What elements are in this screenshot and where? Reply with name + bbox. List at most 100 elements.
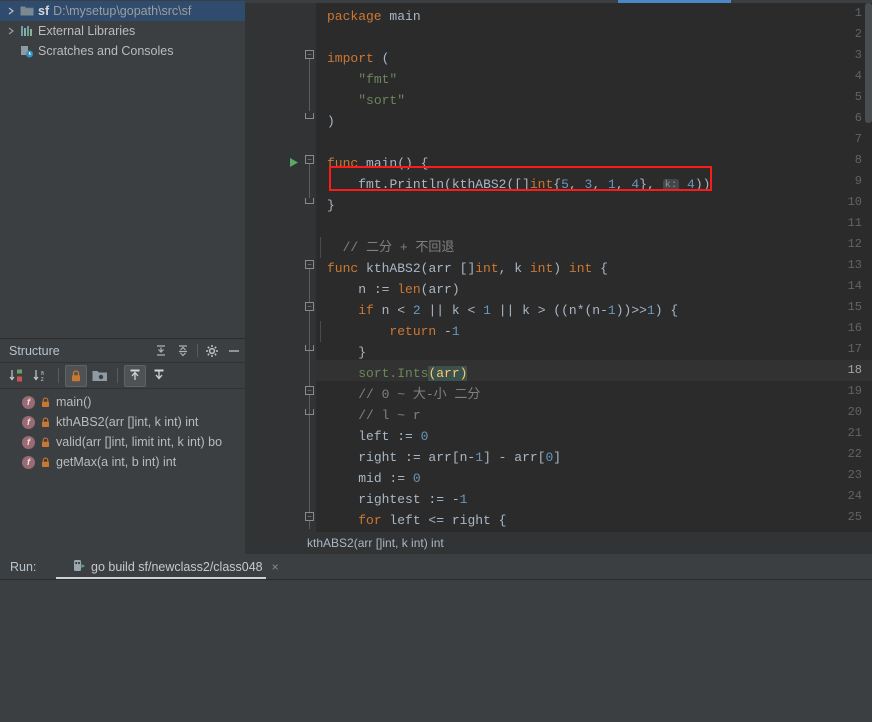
- code-line-18: sort.Ints(arr): [358, 366, 468, 381]
- structure-panel: Structure a z f main() f kthABS2(arr []i…: [0, 338, 245, 554]
- code-line-20: // l ~ r: [358, 408, 421, 423]
- editor-vertical-scrollbar[interactable]: [865, 3, 872, 123]
- code-line-10: }: [327, 198, 335, 213]
- expand-all-icon[interactable]: [150, 341, 172, 361]
- private-lock-icon: [39, 457, 51, 468]
- run-tab-go-build[interactable]: go build sf/newclass2/class048 ×: [68, 554, 283, 580]
- ide-window: sf D:\mysetup\gopath\src\sf External Libr…: [0, 0, 872, 722]
- structure-item-label: main(): [56, 395, 92, 409]
- sort-by-visibility-icon[interactable]: [6, 365, 28, 387]
- code-line-8: func main() {: [327, 156, 429, 171]
- code-line-12: // 二分 + 不回退: [342, 240, 455, 255]
- run-function-icon[interactable]: [289, 155, 299, 173]
- structure-header: Structure: [0, 339, 245, 363]
- fold-line: [309, 59, 310, 111]
- fold-line: [309, 164, 310, 198]
- hide-icon[interactable]: [223, 341, 245, 361]
- close-icon[interactable]: ×: [268, 560, 279, 574]
- parameter-hint: k:: [662, 179, 680, 191]
- breadcrumb-label: kthABS2(arr []int, k int) int: [307, 536, 444, 550]
- code-line-13: func kthABS2(arr []int, k int) int {: [327, 261, 608, 276]
- run-tab-title: go build sf/newclass2/class048: [91, 559, 263, 574]
- code-line-25: for left <= right {: [358, 513, 507, 528]
- toolbar-divider: [117, 368, 118, 383]
- chevron-right-icon[interactable]: [4, 7, 18, 15]
- fold-end-marker[interactable]: [305, 409, 314, 415]
- fold-end-marker[interactable]: [305, 113, 314, 119]
- project-tree-item-external-libraries[interactable]: External Libraries: [0, 21, 245, 41]
- private-lock-icon: [39, 397, 51, 408]
- structure-item-getmax[interactable]: f getMax(a int, b int) int: [0, 452, 245, 472]
- structure-toolbar: a z: [0, 363, 245, 389]
- structure-item-valid[interactable]: f valid(arr []int, limit int, k int) bo: [0, 432, 245, 452]
- fold-marker-main[interactable]: −: [305, 155, 314, 164]
- svg-text:z: z: [41, 376, 45, 383]
- fold-marker-for[interactable]: −: [305, 512, 314, 521]
- editor-gutter[interactable]: [245, 3, 302, 532]
- code-text[interactable]: package main import ( "fmt" "sort" ) fun…: [316, 3, 872, 532]
- project-path: D:\mysetup\gopath\src\sf: [53, 4, 192, 18]
- show-imported-icon[interactable]: [148, 365, 170, 387]
- fold-marker-if[interactable]: −: [305, 302, 314, 311]
- code-line-24: rightest := -1: [358, 492, 468, 507]
- collapse-all-icon[interactable]: [172, 341, 194, 361]
- gear-icon[interactable]: [201, 341, 223, 361]
- code-line-17: }: [358, 345, 367, 360]
- run-panel-header: Run: go build sf/newclass2/class048 ×: [0, 554, 872, 580]
- function-icon: f: [22, 395, 35, 409]
- folder-icon: [18, 5, 36, 17]
- code-line-1: package main: [327, 9, 421, 24]
- fold-end-marker[interactable]: [305, 198, 314, 204]
- chevron-right-icon[interactable]: [4, 27, 18, 35]
- structure-title: Structure: [9, 343, 60, 358]
- run-tool-window: Run: go build sf/newclass2/class048 ×: [0, 554, 872, 722]
- fold-end-marker[interactable]: [305, 345, 314, 351]
- run-tab-underline: [56, 577, 266, 579]
- code-line-6: ): [327, 114, 335, 129]
- breadcrumb[interactable]: kthABS2(arr []int, k int) int: [245, 532, 872, 554]
- code-line-5: "sort": [358, 93, 406, 108]
- project-name: sf: [38, 4, 50, 18]
- code-line-22: right := arr[n-1] - arr[0]: [358, 450, 562, 465]
- project-tree-item-scratches[interactable]: Scratches and Consoles: [0, 41, 245, 61]
- fold-marker-kthabs2[interactable]: −: [305, 260, 314, 269]
- function-icon: f: [22, 415, 35, 429]
- code-editor[interactable]: 1 2 3 4 5 6 7 8 9 10 11 12 13 14 15 16 1…: [245, 0, 872, 532]
- structure-item-kthabs2[interactable]: f kthABS2(arr []int, k int) int: [0, 412, 245, 432]
- toolbar-divider: [58, 368, 59, 383]
- code-line-4: "fmt": [358, 72, 398, 87]
- sort-alphabetically-icon[interactable]: a z: [30, 365, 52, 387]
- scratches-label: Scratches and Consoles: [38, 44, 174, 58]
- private-lock-icon: [39, 417, 51, 428]
- code-line-21: left := 0: [358, 429, 429, 444]
- structure-item-label: getMax(a int, b int) int: [56, 455, 177, 469]
- code-line-9: fmt.Println(kthABS2([]int{5, 3, 1, 4}, k…: [358, 177, 711, 192]
- go-run-icon: [72, 558, 86, 576]
- fold-marker-comment-block[interactable]: −: [305, 386, 314, 395]
- toolbar-divider: [197, 344, 198, 357]
- project-tree-panel: sf D:\mysetup\gopath\src\sf External Libr…: [0, 0, 245, 338]
- show-non-public-icon[interactable]: [65, 364, 87, 387]
- structure-item-main[interactable]: f main(): [0, 392, 245, 412]
- code-line-15: if n < 2 || k < 1 || k > ((n*(n-1))>>1) …: [358, 303, 679, 318]
- function-icon: f: [22, 455, 35, 469]
- library-icon: [18, 25, 36, 37]
- code-line-16: return -1: [389, 324, 460, 339]
- scratches-icon: [18, 45, 36, 58]
- code-line-3: import (: [327, 51, 390, 66]
- project-tree-item-sf[interactable]: sf D:\mysetup\gopath\src\sf: [0, 1, 245, 21]
- code-line-19: // 0 ~ 大-小 二分: [358, 387, 481, 402]
- code-line-14: n := len(arr): [358, 282, 460, 297]
- fold-marker-import[interactable]: −: [305, 50, 314, 59]
- structure-item-label: valid(arr []int, limit int, k int) bo: [56, 435, 223, 449]
- structure-tree: f main() f kthABS2(arr []int, k int) int…: [0, 389, 245, 472]
- private-lock-icon: [39, 437, 51, 448]
- run-label: Run:: [10, 559, 37, 574]
- structure-item-label: kthABS2(arr []int, k int) int: [56, 415, 199, 429]
- code-line-23: mid := 0: [358, 471, 421, 486]
- function-icon: f: [22, 435, 35, 449]
- caret-line-gutter-highlight: [245, 360, 316, 381]
- external-libraries-label: External Libraries: [38, 24, 136, 38]
- show-inherited-icon[interactable]: [124, 364, 146, 387]
- group-icon[interactable]: [89, 365, 111, 387]
